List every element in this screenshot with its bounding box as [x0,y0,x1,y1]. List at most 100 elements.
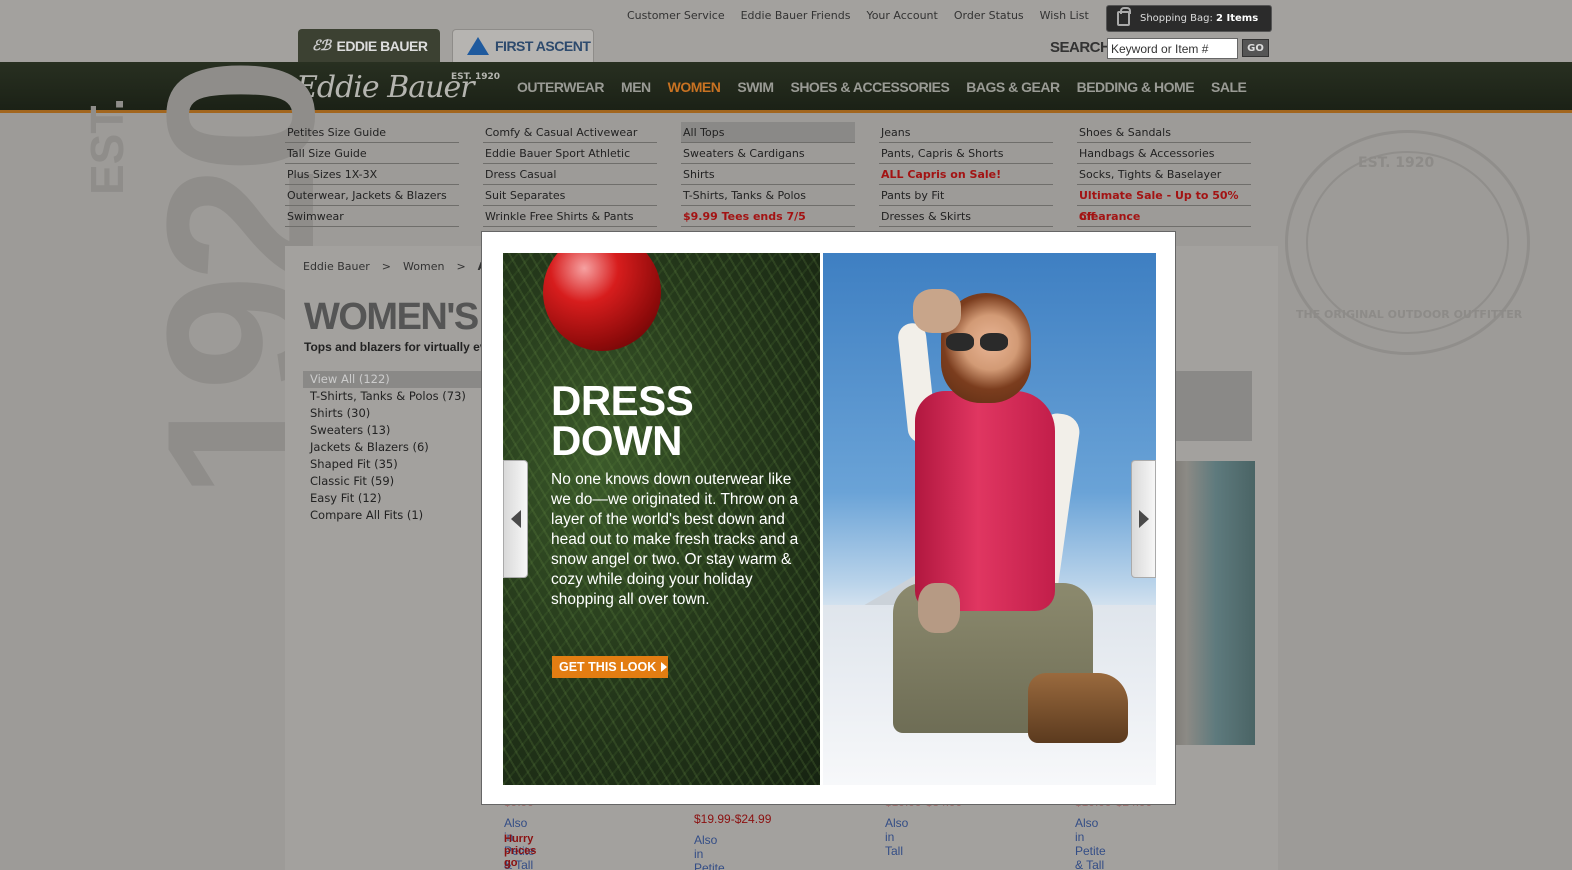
nav-bags-gear[interactable]: BAGS & GEAR [966,79,1060,95]
menu-item-pants-capris-shorts[interactable]: Pants, Capris & Shorts [879,143,1053,164]
menu-item-all-tops[interactable]: All Tops [681,122,855,143]
shopping-bag-label: Shopping Bag: 2 Items [1140,13,1259,24]
women-menu-dropdown: Petites Size Guide Tall Size Guide Plus … [285,122,1251,227]
menu-item-pants-by-fit[interactable]: Pants by Fit [879,185,1053,206]
carousel-next-button[interactable] [1131,460,1156,578]
menu-item-swimwear[interactable]: Swimwear [285,206,459,227]
menu-item-suit-separates[interactable]: Suit Separates [483,185,657,206]
menu-item-dress-casual[interactable]: Dress Casual [483,164,657,185]
search-label: SEARCH [1050,39,1111,56]
category-classic-fit[interactable]: Classic Fit (59) [303,473,483,490]
seal-top-text: EST. 1920 [1358,155,1435,171]
carousel-prev-button[interactable] [503,460,528,578]
eb-monogram-icon: ℰℬ [312,37,331,54]
search-input[interactable] [1107,38,1238,59]
product-4-alt-sizes[interactable]: Also in Petite & Tall [1075,816,1106,870]
sunglasses-image [946,333,1008,351]
nav-outerwear[interactable]: OUTERWEAR [517,79,605,95]
category-compare-fits[interactable]: Compare All Fits (1) [303,507,483,524]
shopping-bag-icon [1117,7,1131,26]
menu-item-jeans[interactable]: Jeans [879,122,1053,143]
seal-bottom-text: THE ORIGINAL OUTDOOR OUTFITTER [1296,308,1523,321]
get-this-look-label: GET THIS LOOK [559,660,657,674]
tab-first-ascent-label: FIRST ASCENT [495,38,591,54]
product-3-alt-sizes[interactable]: Also in Tall [885,816,908,858]
menu-item-sport-athletic[interactable]: Eddie Bauer Sport Athletic [483,143,657,164]
menu-item-shoes-sandals[interactable]: Shoes & Sandals [1077,122,1251,143]
get-this-look-button[interactable]: GET THIS LOOK [552,656,668,678]
category-shaped-fit[interactable]: Shaped Fit (35) [303,456,483,473]
category-tshirts[interactable]: T-Shirts, Tanks & Polos (73) [303,388,483,405]
menu-item-petites-size-guide[interactable]: Petites Size Guide [285,122,459,143]
category-easy-fit[interactable]: Easy Fit (12) [303,490,483,507]
menu-item-wrinkle-free[interactable]: Wrinkle Free Shirts & Pants [483,206,657,227]
category-shirts[interactable]: Shirts (30) [303,405,483,422]
menu-column-sizes: Petites Size Guide Tall Size Guide Plus … [285,122,459,227]
menu-item-clearance[interactable]: Clearance [1077,206,1251,227]
breadcrumb: Eddie Bauer > Women > Al [303,260,490,273]
breadcrumb-women[interactable]: Women [403,260,444,273]
menu-item-sweaters-cardigans[interactable]: Sweaters & Cardigans [681,143,855,164]
category-sweaters[interactable]: Sweaters (13) [303,422,483,439]
menu-column-styles: Comfy & Casual Activewear Eddie Bauer Sp… [483,122,657,227]
your-account-link[interactable]: Your Account [866,9,937,22]
menu-item-tshirts-tanks-polos[interactable]: T-Shirts, Tanks & Polos [681,185,855,206]
promo-title-line-2: DOWN [551,417,682,464]
order-status-link[interactable]: Order Status [954,9,1024,22]
menu-column-bottoms: Jeans Pants, Capris & Shorts ALL Capris … [879,122,1053,227]
category-jackets-blazers[interactable]: Jackets & Blazers (6) [303,439,483,456]
promo-title-line-1: DRESS [551,377,694,424]
menu-item-plus-sizes[interactable]: Plus Sizes 1X-3X [285,164,459,185]
product-2-price: $19.99-$24.99 [694,812,772,826]
menu-item-shirts[interactable]: Shirts [681,164,855,185]
promo-model-photo[interactable] [823,253,1156,785]
nav-women[interactable]: WOMEN [668,79,721,95]
tab-eddie-bauer-label: EDDIE BAUER [336,37,428,54]
page-title: WOMEN'S T [304,296,510,338]
menu-item-dresses-skirts[interactable]: Dresses & Skirts [879,206,1053,227]
breadcrumb-separator: > [381,260,392,273]
shopping-bag-button[interactable]: Shopping Bag: 2 Items [1106,5,1272,32]
page-subtitle: Tops and blazers for virtually eve [304,340,494,354]
eddie-bauer-friends-link[interactable]: Eddie Bauer Friends [741,9,851,22]
nav-swim[interactable]: SWIM [737,79,774,95]
menu-column-tops: All Tops Sweaters & Cardigans Shirts T-S… [681,122,855,227]
tab-eddie-bauer[interactable]: ℰℬ EDDIE BAUER [298,29,440,62]
first-ascent-logo-icon [467,37,489,55]
model-glove-image [913,289,961,333]
arrow-right-icon [661,662,668,672]
search-go-button[interactable]: GO [1242,39,1269,57]
promo-title: DRESS DOWN [551,377,694,464]
category-filter-list: View All (122) T-Shirts, Tanks & Polos (… [303,371,483,524]
customer-service-link[interactable]: Customer Service [627,9,725,22]
breadcrumb-eddie-bauer[interactable]: Eddie Bauer [303,260,370,273]
wish-list-link[interactable]: Wish List [1040,9,1089,22]
menu-item-capris-sale[interactable]: ALL Capris on Sale! [879,164,1053,185]
product-2-alt-sizes[interactable]: Also in Petite & Tall [694,833,725,870]
nav-bedding-home[interactable]: BEDDING & HOME [1077,79,1195,95]
utility-links: Customer Service Eddie Bauer Friends You… [627,9,1089,22]
menu-item-tees-sale[interactable]: $9.99 Tees ends 7/5 [681,206,855,227]
promo-modal: DRESS DOWN No one knows down outerwear l… [481,231,1176,805]
breadcrumb-separator: > [456,260,466,273]
menu-item-socks-tights[interactable]: Socks, Tights & Baselayer [1077,164,1251,185]
menu-item-ultimate-sale[interactable]: Ultimate Sale - Up to 50% off [1077,185,1251,223]
product-1-note: Hurry prices go back up 7/6 [504,833,537,870]
tab-first-ascent[interactable]: FIRST ASCENT [452,29,594,62]
nav-shoes-accessories[interactable]: SHOES & ACCESSORIES [790,79,949,95]
arrow-right-icon [1138,510,1149,528]
menu-item-comfy-casual[interactable]: Comfy & Casual Activewear [483,122,657,143]
menu-item-outerwear-jackets[interactable]: Outerwear, Jackets & Blazers [285,185,459,206]
nav-sale[interactable]: SALE [1211,79,1247,95]
category-view-all[interactable]: View All (122) [303,371,483,388]
seal-inner-ring [1306,151,1509,334]
menu-item-tall-size-guide[interactable]: Tall Size Guide [285,143,459,164]
model-glove-lower-image [918,583,960,633]
promo-text-panel: DRESS DOWN No one knows down outerwear l… [503,253,820,785]
menu-column-accessories: Shoes & Sandals Handbags & Accessories S… [1077,122,1251,227]
snow-boot-image [1028,673,1128,743]
nav-men[interactable]: MEN [621,79,651,95]
nav-items: OUTERWEAR MEN WOMEN SWIM SHOES & ACCESSO… [517,79,1247,95]
menu-item-handbags-accessories[interactable]: Handbags & Accessories [1077,143,1251,164]
arrow-left-icon [510,510,521,528]
